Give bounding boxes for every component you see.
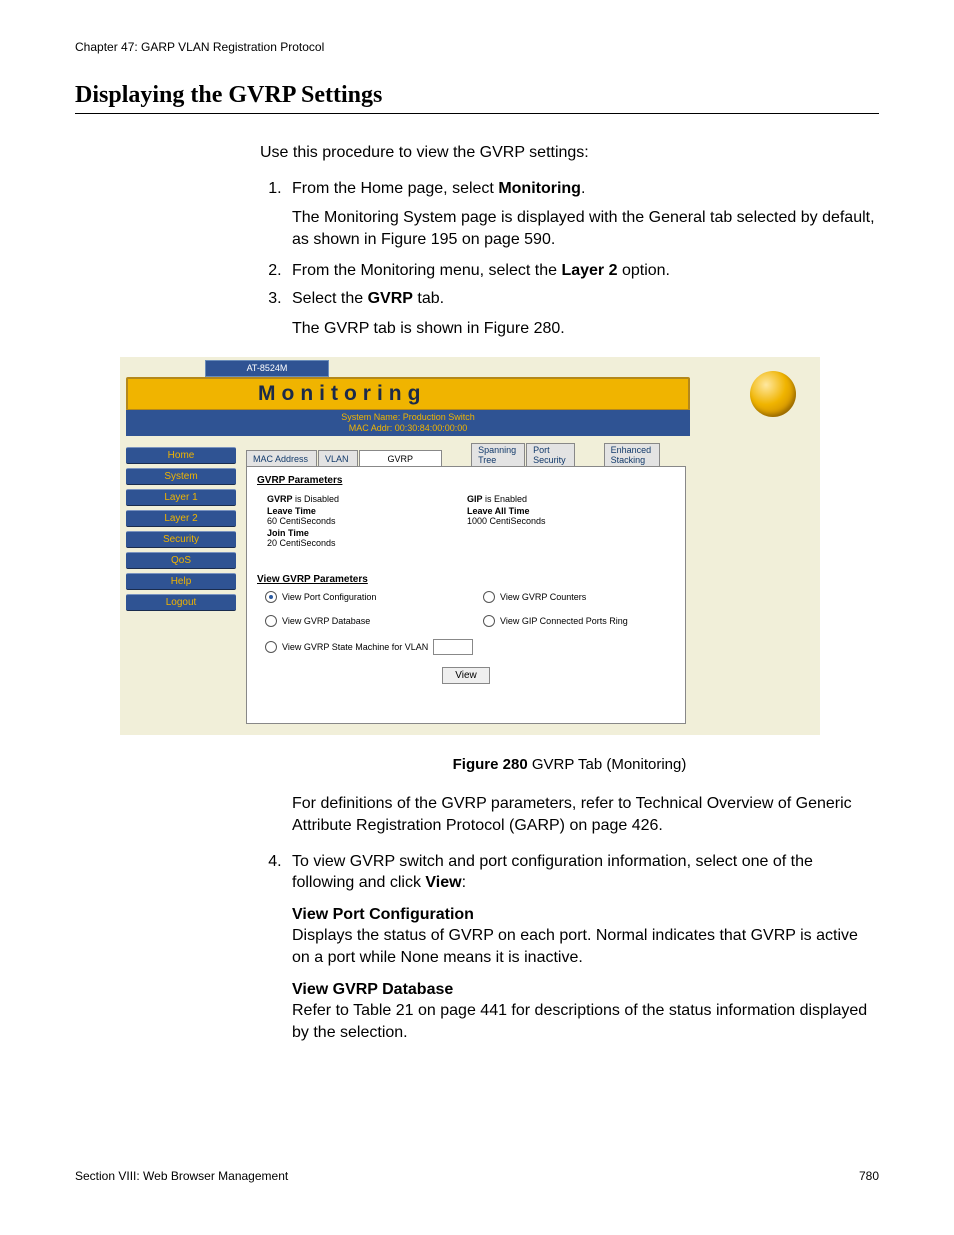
step-2: From the Monitoring menu, select the Lay… (286, 260, 879, 282)
param-join-time: Join Time20 CentiSeconds (267, 528, 467, 548)
figure-280-screenshot: AT-8524M Monitoring System Name: Product… (120, 357, 820, 735)
vlan-input[interactable] (433, 639, 473, 655)
section-title: Displaying the GVRP Settings (75, 82, 879, 114)
sidebar-item-layer1[interactable]: Layer 1 (126, 489, 236, 506)
tab-spanning-tree[interactable]: Spanning Tree (471, 443, 525, 466)
step-1-text-a: From the Home page, select (292, 180, 498, 197)
tab-enhanced-stacking[interactable]: Enhanced Stacking (604, 443, 661, 466)
radio-icon[interactable] (265, 641, 277, 653)
step-2-text-a: From the Monitoring menu, select the (292, 262, 561, 279)
step-2-bold: Layer 2 (561, 262, 617, 279)
option-view-state-machine[interactable]: View GVRP State Machine for VLAN (265, 639, 483, 655)
model-badge: AT-8524M (205, 360, 329, 377)
radio-icon[interactable] (265, 615, 277, 627)
mac-addr-line: MAC Addr: 00:30:84:00:00:00 (126, 423, 690, 434)
step-4-text-c: : (462, 874, 466, 891)
radio-icon[interactable] (265, 591, 277, 603)
system-info-bar: System Name: Production Switch MAC Addr:… (126, 410, 690, 436)
view-button[interactable]: View (442, 667, 490, 684)
sidebar-item-security[interactable]: Security (126, 531, 236, 548)
sidebar-item-system[interactable]: System (126, 468, 236, 485)
step-4-bold: View (425, 874, 461, 891)
option-label: View Port Configuration (282, 592, 376, 602)
footer-page-number: 780 (859, 1169, 879, 1183)
step-1-text-c: . (581, 180, 585, 197)
option-view-port-config[interactable]: View Port Configuration (265, 591, 483, 603)
figure-caption-text: GVRP Tab (Monitoring) (528, 756, 687, 773)
step-2-text-c: option. (618, 262, 670, 279)
step-3-text-a: Select the (292, 290, 368, 307)
step-1-bold: Monitoring (498, 180, 581, 197)
system-name-line: System Name: Production Switch (126, 412, 690, 423)
def-view-gvrp-database-body: Refer to Table 21 on page 441 for descri… (292, 1000, 879, 1043)
option-label: View GVRP State Machine for VLAN (282, 642, 428, 652)
option-label: View GVRP Database (282, 616, 370, 626)
figure-caption-number: Figure 280 (453, 756, 528, 773)
step-1-subpara: The Monitoring System page is displayed … (292, 207, 879, 250)
param-leave-time: Leave Time60 CentiSeconds (267, 506, 467, 526)
sidebar-item-home[interactable]: Home (126, 447, 236, 464)
step-3-text-c: tab. (413, 290, 444, 307)
figure-caption: Figure 280 GVRP Tab (Monitoring) (260, 755, 879, 775)
gvrp-panel: GVRP Parameters GVRP is Disabled Leave T… (246, 466, 686, 724)
option-view-gvrp-counters[interactable]: View GVRP Counters (483, 591, 586, 603)
step-4: To view GVRP switch and port configurati… (286, 851, 879, 1044)
step-4-text-a: To view GVRP switch and port configurati… (292, 853, 813, 892)
radio-icon[interactable] (483, 615, 495, 627)
tab-gvrp[interactable]: GVRP (359, 450, 443, 466)
sidebar-item-qos[interactable]: QoS (126, 552, 236, 569)
option-label: View GIP Connected Ports Ring (500, 616, 628, 626)
intro-paragraph: Use this procedure to view the GVRP sett… (260, 142, 879, 164)
sidebar-nav: Home System Layer 1 Layer 2 Security QoS… (126, 447, 236, 615)
param-gip-status: GIP is Enabled (467, 494, 667, 504)
param-gvrp-status: GVRP is Disabled (267, 494, 467, 504)
view-gvrp-parameters-title: View GVRP Parameters (257, 574, 685, 585)
logo-icon (750, 371, 796, 417)
step-3-subpara: The GVRP tab is shown in Figure 280. (292, 318, 879, 340)
after-figure-paragraph: For definitions of the GVRP parameters, … (292, 793, 879, 836)
chapter-header: Chapter 47: GARP VLAN Registration Proto… (75, 40, 879, 54)
sidebar-item-layer2[interactable]: Layer 2 (126, 510, 236, 527)
def-view-port-config-body: Displays the status of GVRP on each port… (292, 925, 879, 968)
footer-section: Section VIII: Web Browser Management (75, 1169, 288, 1183)
def-view-gvrp-database-title: View GVRP Database (292, 979, 879, 1001)
sidebar-item-help[interactable]: Help (126, 573, 236, 590)
step-3: Select the GVRP tab. The GVRP tab is sho… (286, 288, 879, 339)
option-view-gip-connected-ports[interactable]: View GIP Connected Ports Ring (483, 615, 628, 627)
param-leave-all-time: Leave All Time1000 CentiSeconds (467, 506, 667, 526)
option-label: View GVRP Counters (500, 592, 586, 602)
monitoring-title-bar: Monitoring (126, 377, 690, 411)
step-1: From the Home page, select Monitoring. T… (286, 178, 879, 251)
tab-vlan[interactable]: VLAN (318, 450, 358, 466)
tab-port-security[interactable]: Port Security (526, 443, 575, 466)
option-view-gvrp-database[interactable]: View GVRP Database (265, 615, 483, 627)
def-view-port-config-title: View Port Configuration (292, 904, 879, 926)
gvrp-parameters-title: GVRP Parameters (257, 475, 685, 486)
tab-row: MAC Address VLAN GVRP Spanning Tree Port… (246, 443, 661, 466)
step-3-bold: GVRP (368, 290, 413, 307)
tab-mac-address[interactable]: MAC Address (246, 450, 317, 466)
sidebar-item-logout[interactable]: Logout (126, 594, 236, 611)
radio-icon[interactable] (483, 591, 495, 603)
